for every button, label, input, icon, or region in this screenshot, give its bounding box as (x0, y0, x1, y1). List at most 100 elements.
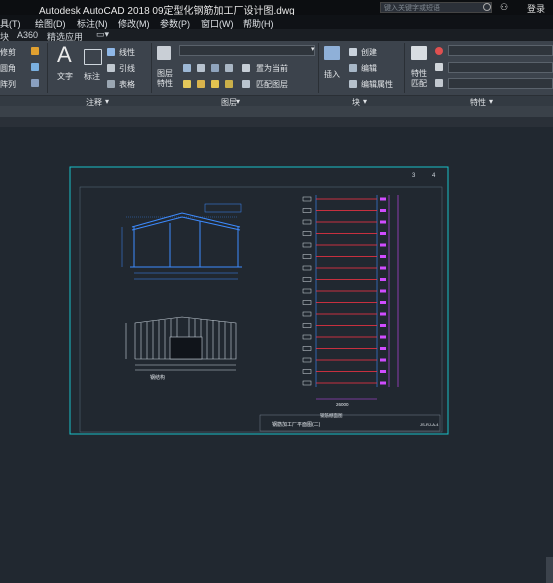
leader-icon[interactable] (107, 64, 115, 72)
ribbon-tab-bar: 块 A360 精选应用 ▭▾ (0, 29, 553, 42)
truss-elevation (121, 203, 242, 280)
dim-tick (380, 312, 386, 316)
dim-tick (380, 324, 386, 327)
create-block-icon[interactable] (349, 48, 357, 56)
match-properties-icon[interactable] (411, 46, 427, 60)
layer-walk-icon[interactable] (225, 80, 233, 88)
axis-tag (302, 242, 312, 248)
layer-on-icon[interactable] (183, 80, 191, 88)
chevron-down-icon[interactable]: ▾ (311, 45, 315, 53)
match-properties-button[interactable]: 特性 匹配 (411, 69, 427, 89)
dim-tick (380, 370, 386, 373)
color-dropdown[interactable] (448, 45, 553, 56)
dim-tick (380, 347, 386, 350)
trim-button[interactable]: 修剪 (0, 47, 16, 58)
roof-line (131, 212, 241, 228)
tab-toggle-icon[interactable]: ▭▾ (96, 29, 109, 40)
search-icon[interactable] (483, 3, 491, 11)
offset-icon[interactable] (31, 79, 39, 87)
layer-isolate-icon[interactable] (197, 64, 205, 72)
copy-icon[interactable] (31, 63, 39, 71)
lineweight-icon[interactable] (435, 63, 443, 71)
drawing-frame (79, 186, 443, 433)
plan-rows (302, 196, 386, 386)
ribbon: 修剪 圆角 阵列 A 文字 标注 线性 引线 表格 图层 特性 ▾ 置为当前 匹… (0, 41, 553, 95)
chevron-down-icon[interactable]: ▾ (489, 97, 493, 106)
table-button[interactable]: 表格 (119, 79, 135, 90)
page-mark-4: 4 (432, 173, 436, 179)
layer-unlock-icon[interactable] (211, 80, 219, 88)
fillet-button[interactable]: 圆角 (0, 63, 16, 74)
dimension-icon[interactable] (84, 49, 102, 65)
dim-tick (380, 197, 386, 201)
axis-tag (302, 288, 312, 294)
axis-tag (302, 323, 312, 328)
edit-block-icon[interactable] (349, 64, 357, 72)
insert-block-icon[interactable] (324, 46, 340, 60)
table-icon[interactable] (107, 80, 115, 88)
dimension-button[interactable]: 标注 (84, 71, 100, 82)
menu-bar: 具(T) 绘图(D) 标注(N) 修改(M) 参数(P) 窗口(W) 帮助(H) (0, 15, 553, 30)
layer-freeze-icon[interactable] (211, 64, 219, 72)
linetype-dropdown[interactable] (448, 78, 553, 89)
chevron-down-icon[interactable]: ▾ (236, 97, 240, 106)
drawing-canvas[interactable]: 3 4 钢结构 26000 钢筋棚面图 钢筋加工厂平面图(二) JS-RJ-A-… (0, 127, 553, 583)
create-button[interactable]: 创建 (361, 47, 377, 58)
door-opening (169, 336, 203, 360)
layer-dropdown[interactable] (179, 45, 315, 56)
dim-tick (380, 209, 386, 212)
dim-tick (380, 232, 386, 235)
chevron-down-icon[interactable]: ▾ (105, 97, 109, 106)
layer-off-icon[interactable] (183, 64, 191, 72)
title-block: 钢筋加工厂平面图(二) JS-RJ-A-4 (259, 414, 441, 432)
plan-grid (315, 195, 399, 400)
separator (318, 43, 319, 93)
edit-attributes-button[interactable]: 编辑属性 (361, 79, 393, 90)
axis-tag (302, 254, 312, 259)
linear-button[interactable]: 线性 (119, 47, 135, 58)
match-layer-button[interactable]: 匹配图层 (256, 79, 288, 90)
separator (404, 43, 405, 93)
linear-icon[interactable] (107, 48, 115, 56)
set-current-button[interactable]: 置为当前 (256, 63, 288, 74)
linetype-icon[interactable] (435, 79, 443, 87)
axis-tag (302, 357, 312, 363)
viewport-header (0, 117, 553, 127)
dim-tick (380, 301, 386, 304)
layer-thaw-icon[interactable] (197, 80, 205, 88)
title-block-name: 钢筋加工厂平面图(二) (272, 421, 321, 428)
text-icon[interactable]: A (57, 44, 72, 66)
axis-tag (302, 334, 312, 340)
dim-tick (380, 243, 386, 247)
axis-tag (302, 300, 312, 305)
tab-a360[interactable]: A360 (17, 30, 38, 40)
axis-tag (302, 380, 312, 386)
chevron-down-icon[interactable]: ▾ (363, 97, 367, 106)
insert-button[interactable]: 插入 (324, 69, 340, 80)
lineweight-dropdown[interactable] (448, 62, 553, 73)
separator (47, 43, 48, 93)
dim-tick (380, 278, 386, 281)
text-button[interactable]: 文字 (57, 71, 73, 82)
array-button[interactable]: 阵列 (0, 79, 16, 90)
dim-tick (380, 220, 386, 224)
vertical-scrollbar[interactable] (546, 557, 553, 583)
search-input[interactable]: 键入关键字或短语 (380, 2, 492, 13)
user-icon[interactable]: ⚇ (500, 2, 508, 13)
title-bar: Autodesk AutoCAD 2018 09定型化钢筋加工厂设计图.dwg … (0, 0, 553, 17)
edit-button[interactable]: 编辑 (361, 63, 377, 74)
match-layer-icon[interactable] (242, 80, 250, 88)
set-current-icon[interactable] (242, 64, 250, 72)
layer-properties-button[interactable]: 图层 特性 (157, 69, 173, 89)
layer-properties-icon[interactable] (157, 46, 171, 60)
axis-tag (302, 208, 312, 213)
layer-lock-icon[interactable] (225, 64, 233, 72)
edit-attributes-icon[interactable] (349, 80, 357, 88)
note-box (204, 203, 242, 213)
leader-button[interactable]: 引线 (119, 63, 135, 74)
login-button[interactable]: 登录 (527, 2, 545, 15)
elevation-label: 钢结构 (150, 374, 165, 381)
color-wheel-icon[interactable] (435, 47, 443, 55)
drawing-svg: 3 4 钢结构 26000 钢筋棚面图 钢筋加工厂平面图(二) JS-RJ-A-… (69, 166, 449, 435)
pencil-icon[interactable] (31, 47, 39, 55)
